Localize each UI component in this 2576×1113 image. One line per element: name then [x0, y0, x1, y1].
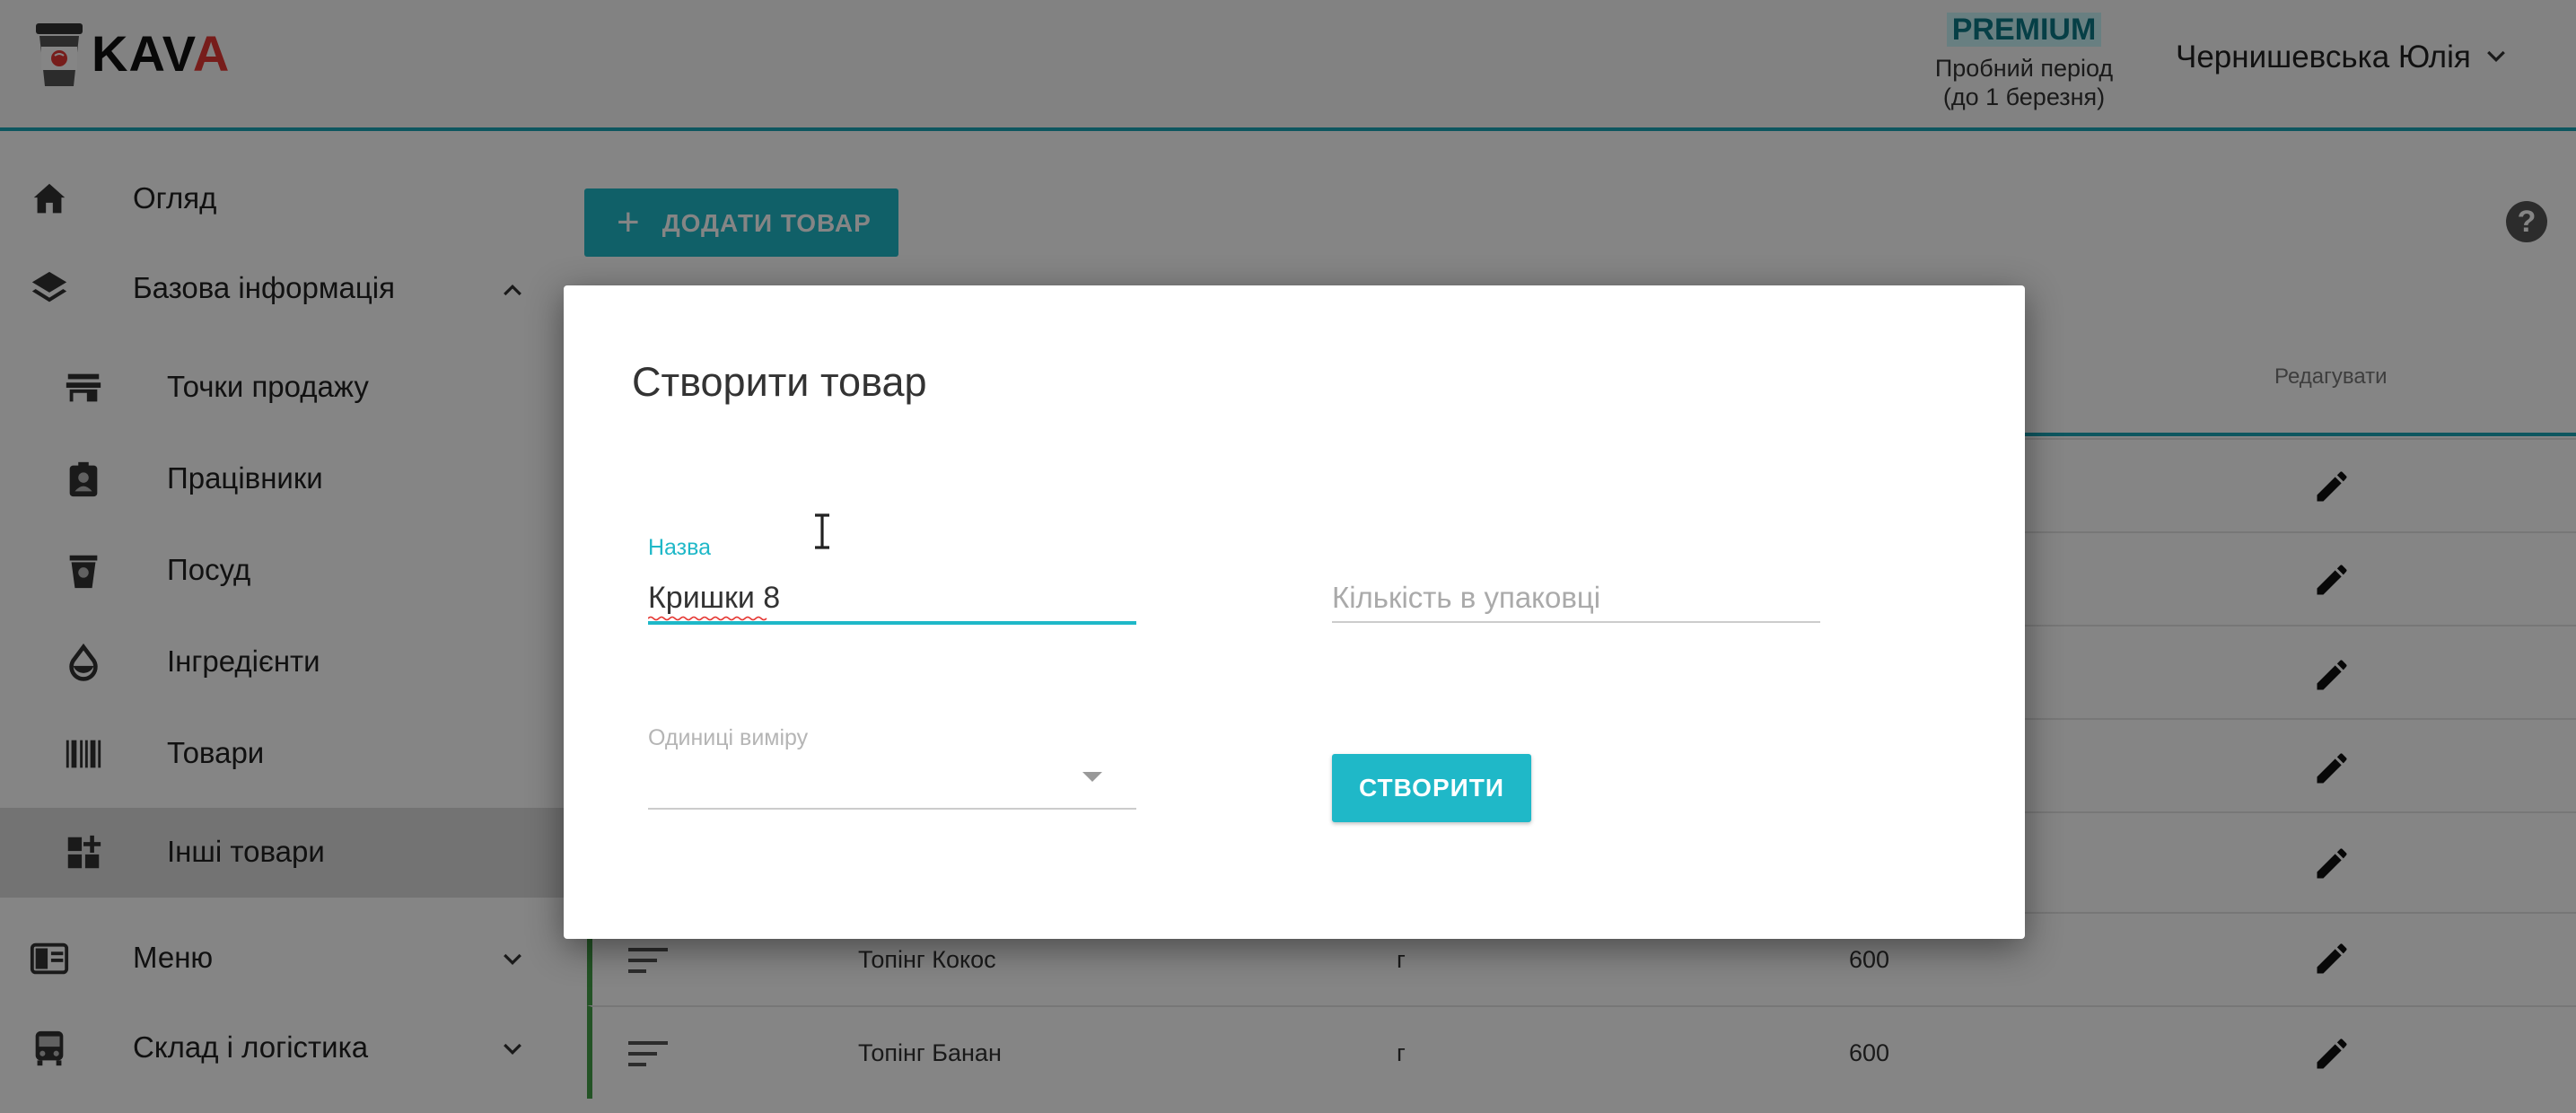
unit-field-label: Одиниці виміру	[648, 725, 809, 750]
unit-select[interactable]	[648, 756, 1136, 810]
name-field-label: Назва	[648, 535, 712, 560]
spellcheck-underline	[648, 616, 767, 621]
name-field-wrapper	[648, 574, 1136, 625]
quantity-in-package-field[interactable]	[1332, 574, 1820, 623]
create-button[interactable]: СТВОРИТИ	[1332, 754, 1531, 822]
create-product-dialog: Створити товар Назва Одиниці виміру СТВО…	[564, 285, 2025, 939]
dialog-title: Створити товар	[632, 359, 927, 405]
text-cursor-icon	[815, 513, 829, 549]
dropdown-arrow-icon[interactable]	[1082, 772, 1102, 782]
